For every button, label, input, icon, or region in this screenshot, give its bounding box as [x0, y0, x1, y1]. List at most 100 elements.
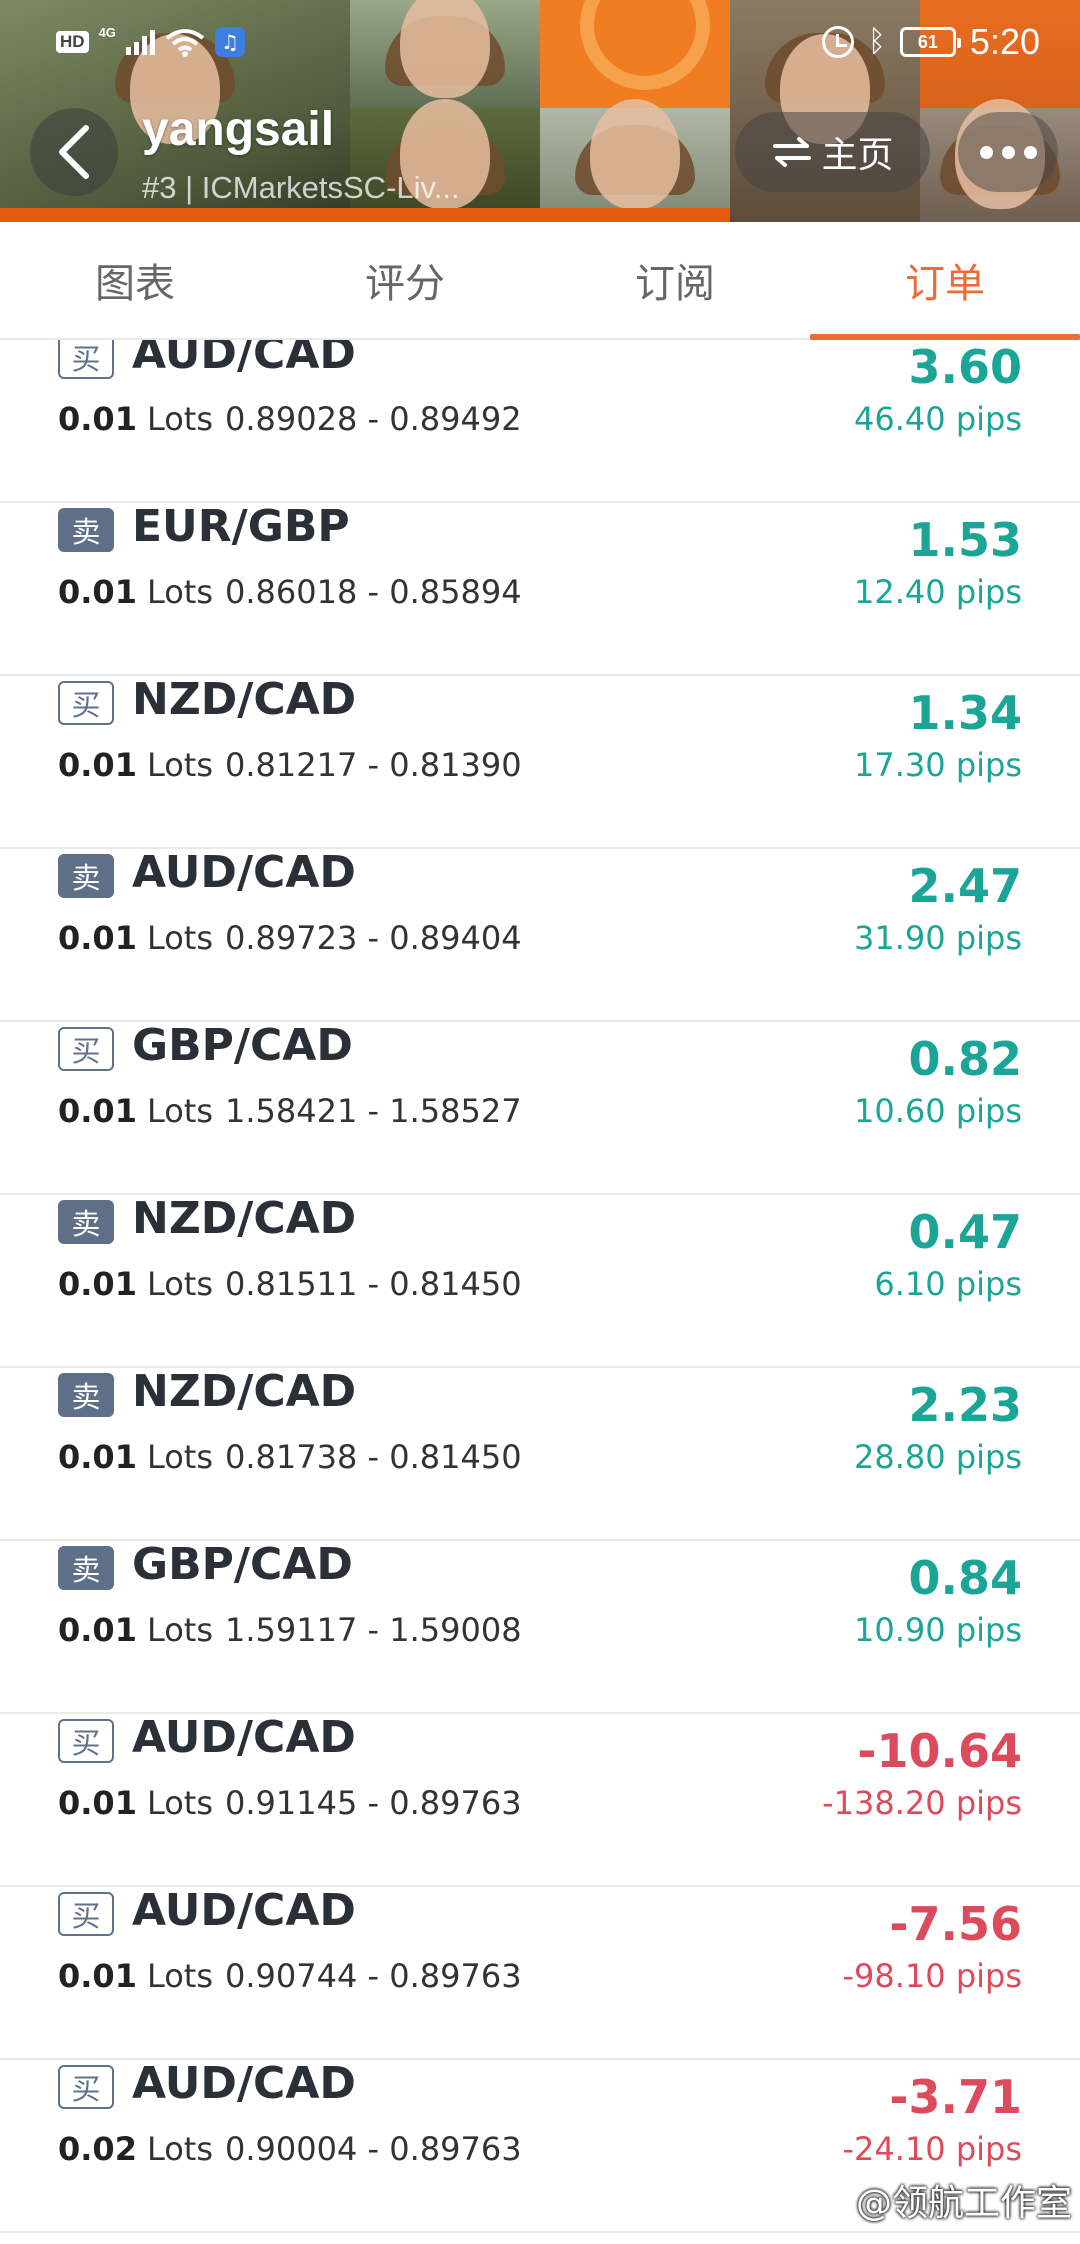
order-details: 0.01 Lots 0.81738 - 0.81450 [58, 1438, 522, 1476]
order-lots: 0.01 [58, 400, 137, 438]
order-lots: 0.01 [58, 919, 137, 957]
status-bar-left: HD 4G ♫ [56, 22, 245, 62]
more-dot [1001, 145, 1015, 159]
order-symbol: AUD/CAD [132, 1885, 356, 1936]
order-symbol: GBP/CAD [132, 1539, 353, 1590]
tab-rating[interactable]: 评分 [270, 222, 540, 338]
order-open-price: 0.91145 [225, 1784, 358, 1822]
order-symbol: EUR/GBP [132, 501, 350, 552]
order-profit: -3.71 [889, 2070, 1022, 2124]
order-symbol: NZD/CAD [132, 674, 357, 725]
order-profit: -10.64 [857, 1724, 1022, 1778]
order-close-price: 0.89763 [389, 1957, 522, 1995]
order-profit: 1.34 [908, 686, 1023, 740]
order-open-price: 0.81738 [225, 1438, 358, 1476]
order-open-price: 0.81511 [225, 1265, 358, 1303]
order-close-price: 0.81450 [389, 1438, 522, 1476]
order-details: 0.01 Lots 0.90744 - 0.89763 [58, 1957, 522, 1995]
order-side-badge: 买 [58, 1027, 114, 1071]
lots-label: Lots [146, 919, 214, 957]
order-details: 0.01 Lots 0.91145 - 0.89763 [58, 1784, 522, 1822]
price-separator: - [357, 573, 390, 611]
lots-label: Lots [146, 746, 214, 784]
order-row[interactable]: 卖 NZD/CAD 0.01 Lots 0.81738 - 0.81450 2.23 28.… [0, 1366, 1080, 1541]
order-symbol: NZD/CAD [132, 1366, 357, 1417]
order-row[interactable]: 卖 AUD/CAD 0.01 Lots 0.89723 - 0.89404 2.47 31.… [0, 847, 1080, 1022]
order-lots: 0.01 [58, 1438, 137, 1476]
order-row[interactable]: 卖 GBP/CAD 0.01 Lots 1.59117 - 1.59008 0.84 10.… [0, 1539, 1080, 1714]
tab-orders[interactable]: 订单 [810, 222, 1080, 340]
order-close-price: 0.81390 [389, 746, 522, 784]
order-profit: 2.23 [908, 1378, 1023, 1432]
alarm-icon [821, 26, 854, 58]
order-row[interactable]: 买 NZD/CAD 0.01 Lots 0.81217 - 0.81390 1.34 17.… [0, 674, 1080, 849]
tab-subscribe[interactable]: 订阅 [540, 222, 810, 338]
order-lots: 0.01 [58, 1957, 137, 1995]
order-profit: 2.47 [908, 859, 1023, 913]
signal-icon [125, 29, 155, 55]
order-row[interactable]: 买 GBP/CAD 0.01 Lots 1.58421 - 1.58527 0.82 10.… [0, 1020, 1080, 1195]
order-pips: -24.10 pips [842, 2130, 1022, 2168]
order-pips: 46.40 pips [854, 400, 1022, 438]
order-row[interactable]: 卖 EUR/GBP 0.01 Lots 0.86018 - 0.85894 1.53 12.… [0, 501, 1080, 676]
order-lots: 0.01 [58, 746, 137, 784]
price-separator: - [357, 746, 390, 784]
order-open-price: 0.89723 [225, 919, 358, 957]
watermark: @领航工作室 [856, 2174, 1072, 2226]
order-open-price: 0.89028 [225, 400, 358, 438]
order-pips: 31.90 pips [854, 919, 1022, 957]
order-symbol: AUD/CAD [132, 1712, 356, 1763]
lots-label: Lots [146, 1611, 214, 1649]
order-details: 0.01 Lots 0.86018 - 0.85894 [58, 573, 522, 611]
order-pips: 12.40 pips [854, 573, 1022, 611]
lots-label: Lots [146, 2130, 214, 2168]
more-button[interactable] [958, 112, 1058, 192]
order-profit: 0.47 [908, 1205, 1023, 1259]
order-pips: -138.20 pips [822, 1784, 1022, 1822]
price-separator: - [357, 1092, 390, 1130]
clock: 5:20 [969, 21, 1040, 62]
lots-label: Lots [146, 400, 214, 438]
order-lots: 0.01 [58, 573, 137, 611]
order-side-badge: 买 [58, 2065, 114, 2109]
order-side-badge: 卖 [58, 1546, 114, 1590]
tab-chart[interactable]: 图表 [0, 222, 270, 338]
order-close-price: 0.85894 [389, 573, 522, 611]
order-symbol: AUD/CAD [132, 847, 356, 898]
username: yangsail [142, 103, 335, 156]
swap-icon [773, 137, 812, 167]
cover-photo [350, 0, 540, 108]
order-side-badge: 买 [58, 1719, 114, 1763]
order-row[interactable]: 买 AUD/CAD 0.01 Lots 0.91145 - 0.89763 -10.64 -… [0, 1712, 1080, 1887]
lots-label: Lots [146, 573, 214, 611]
order-symbol: GBP/CAD [132, 1020, 353, 1071]
order-close-price: 0.89763 [389, 2130, 522, 2168]
order-details: 0.01 Lots 1.59117 - 1.59008 [58, 1611, 522, 1649]
price-separator: - [357, 2130, 390, 2168]
order-row[interactable]: 买 AUD/CAD 0.01 Lots 0.89028 - 0.89492 3.60 46.… [0, 340, 1080, 503]
order-symbol: AUD/CAD [132, 2058, 356, 2109]
order-close-price: 1.58527 [389, 1092, 522, 1130]
order-pips: 6.10 pips [874, 1265, 1022, 1303]
lots-label: Lots [146, 1957, 214, 1995]
price-separator: - [357, 1611, 390, 1649]
order-open-price: 0.86018 [225, 573, 358, 611]
back-button[interactable] [30, 108, 118, 196]
order-row[interactable]: 卖 NZD/CAD 0.01 Lots 0.81511 - 0.81450 0.47 6.1… [0, 1193, 1080, 1368]
battery-icon: 61 [899, 27, 961, 57]
order-side-badge: 卖 [58, 1200, 114, 1244]
order-lots: 0.01 [58, 1092, 137, 1130]
order-side-badge: 买 [58, 340, 114, 379]
order-pips: 10.90 pips [854, 1611, 1022, 1649]
order-lots: 0.01 [58, 1784, 137, 1822]
order-side-badge: 卖 [58, 854, 114, 898]
home-button[interactable]: 主页 [735, 112, 930, 192]
order-row[interactable]: 买 AUD/CAD 0.01 Lots 0.90744 - 0.89763 -7.56 -9… [0, 1885, 1080, 2060]
order-symbol: AUD/CAD [132, 340, 356, 379]
order-open-price: 0.81217 [225, 746, 358, 784]
order-list[interactable]: 买 AUD/CAD 0.01 Lots 0.89028 - 0.89492 3.60 46.… [0, 340, 1080, 2244]
order-details: 0.01 Lots 1.58421 - 1.58527 [58, 1092, 522, 1130]
wifi-icon [165, 29, 205, 57]
order-close-price: 1.59008 [389, 1611, 522, 1649]
order-pips: -98.10 pips [842, 1957, 1022, 1995]
